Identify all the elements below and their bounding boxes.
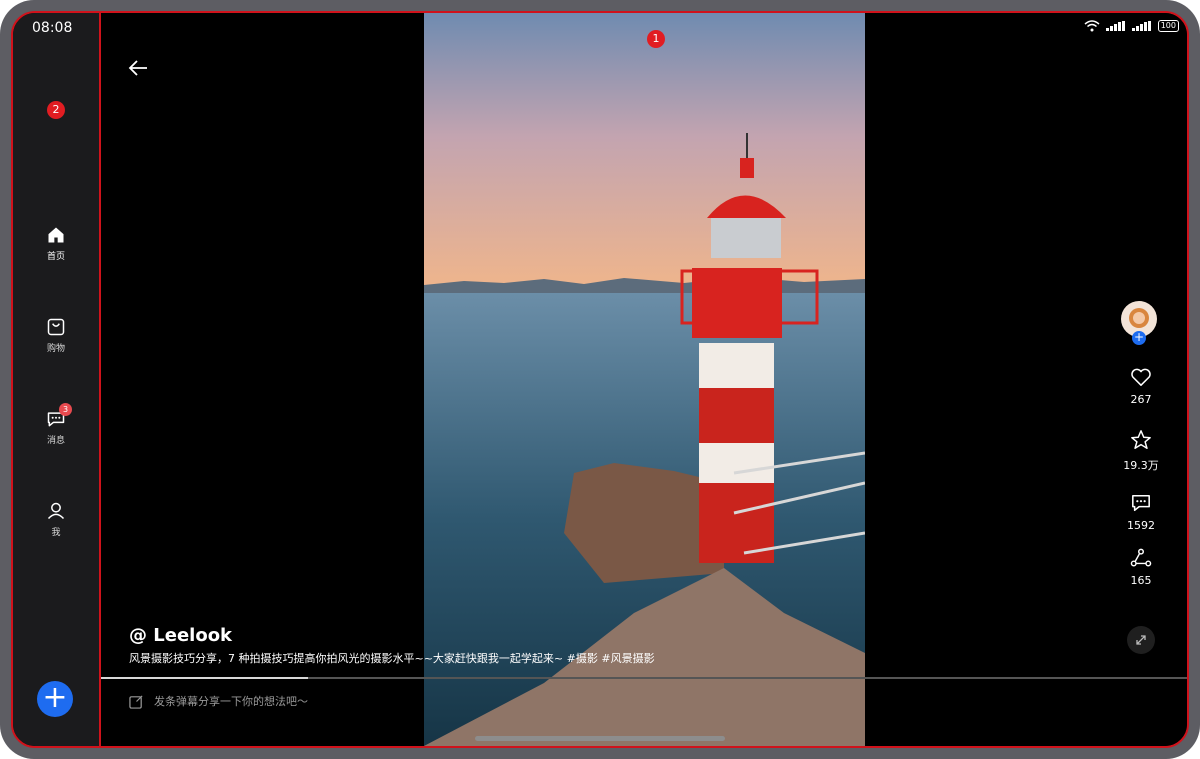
- comment-icon: [1132, 494, 1150, 512]
- device-frame: 08:08 2 首页 购物 3 消息 我 + 1 100 + 267 19.3万…: [0, 0, 1200, 759]
- signal-icon-2: [1131, 21, 1151, 31]
- video-player[interactable]: 1 100 + 267 19.3万 1592 165 @ Leelook 风景摄…: [101, 13, 1187, 746]
- status-bar: 100: [1084, 20, 1179, 32]
- sidebar-item-shopping[interactable]: 购物: [13, 317, 99, 354]
- battery-indicator: 100: [1157, 20, 1179, 32]
- video-progress-fill: [101, 677, 308, 679]
- marker-1-badge: 1: [647, 30, 665, 48]
- share-button[interactable]: 165: [1116, 548, 1166, 587]
- lighthouse-image: [424, 13, 865, 746]
- share-count: 165: [1130, 574, 1152, 587]
- marker-1: 1: [647, 30, 665, 48]
- like-count: 267: [1130, 393, 1152, 406]
- video-progress-bar[interactable]: [101, 677, 1187, 679]
- video-caption: 风景摄影技巧分享，7 种拍摄技巧提高你拍风光的摄影水平~~大家赶快跟我一起学起来…: [129, 652, 655, 665]
- edit-icon: [129, 694, 143, 709]
- expand-icon: [1136, 635, 1146, 645]
- star-icon: [1131, 430, 1151, 449]
- shopping-bag-icon: [47, 318, 65, 336]
- like-button[interactable]: 267: [1116, 367, 1166, 406]
- sidebar-item-me[interactable]: 我: [13, 501, 99, 538]
- wifi-icon: [1084, 20, 1100, 32]
- create-post-button[interactable]: +: [37, 681, 73, 717]
- sidebar-item-messages[interactable]: 3 消息: [13, 403, 99, 446]
- status-time: 08:08: [32, 20, 73, 36]
- danmaku-placeholder: 发条弹幕分享一下你的想法吧～: [154, 695, 308, 708]
- signal-icon: [1105, 21, 1125, 31]
- sidebar-item-home[interactable]: 首页: [13, 225, 99, 262]
- sidebar-item-label: 消息: [46, 436, 65, 446]
- video-frame[interactable]: [424, 13, 865, 746]
- share-icon: [1130, 548, 1152, 567]
- favorite-count: 19.3万: [1123, 459, 1159, 472]
- author-name[interactable]: @ Leelook: [129, 625, 232, 646]
- back-button[interactable]: [127, 59, 149, 81]
- sidebar: 08:08 2 首页 购物 3 消息 我 +: [13, 13, 101, 746]
- comment-button[interactable]: 1592: [1116, 493, 1166, 532]
- sidebar-item-label: 购物: [46, 344, 65, 354]
- message-badge: 3: [59, 403, 72, 416]
- back-arrow-icon: [128, 60, 147, 76]
- sidebar-item-label: 首页: [46, 252, 65, 262]
- danmaku-input[interactable]: 发条弹幕分享一下你的想法吧～: [129, 693, 308, 709]
- heart-icon: [1131, 368, 1151, 386]
- screen: 08:08 2 首页 购物 3 消息 我 + 1 100 + 267 19.3万…: [11, 11, 1189, 748]
- profile-icon: [47, 502, 65, 520]
- marker-2: 2: [47, 101, 65, 119]
- home-icon: [48, 227, 64, 243]
- fullscreen-button[interactable]: [1127, 626, 1155, 654]
- comment-count: 1592: [1127, 519, 1155, 532]
- favorite-button[interactable]: 19.3万: [1116, 429, 1166, 473]
- home-indicator[interactable]: [475, 736, 725, 741]
- follow-button[interactable]: +: [1132, 331, 1146, 345]
- sidebar-item-label: 我: [51, 528, 61, 538]
